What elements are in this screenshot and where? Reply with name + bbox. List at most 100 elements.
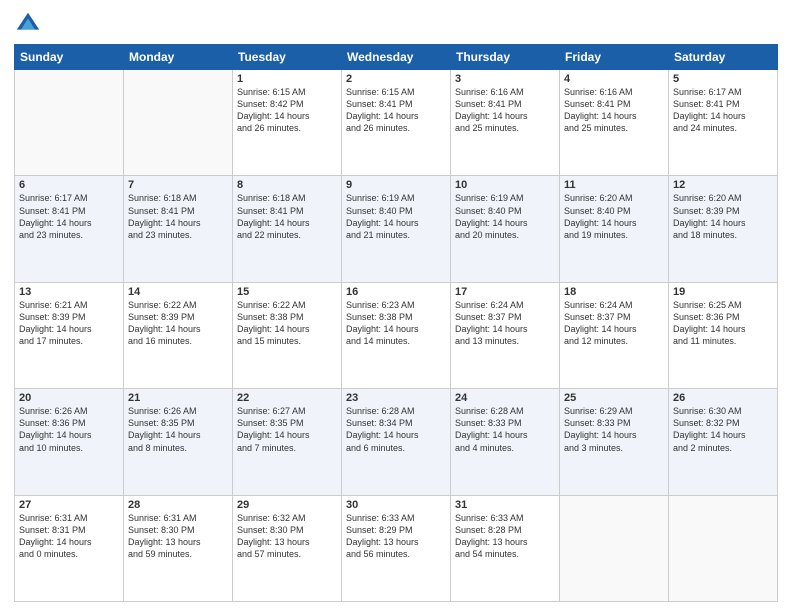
calendar-header-monday: Monday [124,45,233,70]
calendar-cell: 24Sunrise: 6:28 AM Sunset: 8:33 PM Dayli… [451,389,560,495]
day-number: 18 [564,286,664,298]
day-number: 30 [346,499,446,511]
day-number: 22 [237,392,337,404]
calendar-cell: 18Sunrise: 6:24 AM Sunset: 8:37 PM Dayli… [560,282,669,388]
calendar-week-row: 27Sunrise: 6:31 AM Sunset: 8:31 PM Dayli… [15,495,778,601]
calendar-cell: 3Sunrise: 6:16 AM Sunset: 8:41 PM Daylig… [451,70,560,176]
calendar-cell: 22Sunrise: 6:27 AM Sunset: 8:35 PM Dayli… [233,389,342,495]
day-number: 16 [346,286,446,298]
calendar-header-saturday: Saturday [669,45,778,70]
calendar-cell: 7Sunrise: 6:18 AM Sunset: 8:41 PM Daylig… [124,176,233,282]
calendar-cell [124,70,233,176]
calendar-week-row: 13Sunrise: 6:21 AM Sunset: 8:39 PM Dayli… [15,282,778,388]
day-info: Sunrise: 6:21 AM Sunset: 8:39 PM Dayligh… [19,299,119,348]
day-number: 27 [19,499,119,511]
day-number: 29 [237,499,337,511]
calendar-cell: 25Sunrise: 6:29 AM Sunset: 8:33 PM Dayli… [560,389,669,495]
day-number: 19 [673,286,773,298]
day-info: Sunrise: 6:22 AM Sunset: 8:39 PM Dayligh… [128,299,228,348]
calendar-cell: 10Sunrise: 6:19 AM Sunset: 8:40 PM Dayli… [451,176,560,282]
calendar-header-tuesday: Tuesday [233,45,342,70]
day-info: Sunrise: 6:20 AM Sunset: 8:39 PM Dayligh… [673,192,773,241]
calendar-week-row: 1Sunrise: 6:15 AM Sunset: 8:42 PM Daylig… [15,70,778,176]
calendar-header-row: SundayMondayTuesdayWednesdayThursdayFrid… [15,45,778,70]
day-info: Sunrise: 6:15 AM Sunset: 8:42 PM Dayligh… [237,86,337,135]
day-info: Sunrise: 6:17 AM Sunset: 8:41 PM Dayligh… [673,86,773,135]
calendar-cell: 15Sunrise: 6:22 AM Sunset: 8:38 PM Dayli… [233,282,342,388]
logo-icon [14,10,42,38]
calendar-cell: 5Sunrise: 6:17 AM Sunset: 8:41 PM Daylig… [669,70,778,176]
day-number: 9 [346,179,446,191]
day-info: Sunrise: 6:30 AM Sunset: 8:32 PM Dayligh… [673,405,773,454]
calendar-cell: 30Sunrise: 6:33 AM Sunset: 8:29 PM Dayli… [342,495,451,601]
calendar-header-friday: Friday [560,45,669,70]
calendar-header-sunday: Sunday [15,45,124,70]
day-number: 2 [346,73,446,85]
day-number: 17 [455,286,555,298]
day-info: Sunrise: 6:22 AM Sunset: 8:38 PM Dayligh… [237,299,337,348]
calendar-cell: 19Sunrise: 6:25 AM Sunset: 8:36 PM Dayli… [669,282,778,388]
day-number: 31 [455,499,555,511]
logo [14,10,46,38]
day-number: 21 [128,392,228,404]
calendar-cell: 14Sunrise: 6:22 AM Sunset: 8:39 PM Dayli… [124,282,233,388]
day-number: 26 [673,392,773,404]
page: SundayMondayTuesdayWednesdayThursdayFrid… [0,0,792,612]
day-number: 1 [237,73,337,85]
day-number: 28 [128,499,228,511]
day-info: Sunrise: 6:26 AM Sunset: 8:36 PM Dayligh… [19,405,119,454]
day-info: Sunrise: 6:19 AM Sunset: 8:40 PM Dayligh… [455,192,555,241]
day-info: Sunrise: 6:26 AM Sunset: 8:35 PM Dayligh… [128,405,228,454]
day-info: Sunrise: 6:16 AM Sunset: 8:41 PM Dayligh… [564,86,664,135]
day-number: 15 [237,286,337,298]
calendar-table: SundayMondayTuesdayWednesdayThursdayFrid… [14,44,778,602]
calendar-cell: 1Sunrise: 6:15 AM Sunset: 8:42 PM Daylig… [233,70,342,176]
day-info: Sunrise: 6:24 AM Sunset: 8:37 PM Dayligh… [455,299,555,348]
header [14,10,778,38]
day-number: 10 [455,179,555,191]
day-number: 20 [19,392,119,404]
day-info: Sunrise: 6:16 AM Sunset: 8:41 PM Dayligh… [455,86,555,135]
day-number: 6 [19,179,119,191]
day-number: 8 [237,179,337,191]
calendar-header-thursday: Thursday [451,45,560,70]
calendar-cell: 27Sunrise: 6:31 AM Sunset: 8:31 PM Dayli… [15,495,124,601]
day-info: Sunrise: 6:23 AM Sunset: 8:38 PM Dayligh… [346,299,446,348]
calendar-cell: 26Sunrise: 6:30 AM Sunset: 8:32 PM Dayli… [669,389,778,495]
calendar-cell: 17Sunrise: 6:24 AM Sunset: 8:37 PM Dayli… [451,282,560,388]
calendar-header-wednesday: Wednesday [342,45,451,70]
day-info: Sunrise: 6:33 AM Sunset: 8:29 PM Dayligh… [346,512,446,561]
day-info: Sunrise: 6:31 AM Sunset: 8:30 PM Dayligh… [128,512,228,561]
day-info: Sunrise: 6:17 AM Sunset: 8:41 PM Dayligh… [19,192,119,241]
day-number: 7 [128,179,228,191]
day-info: Sunrise: 6:29 AM Sunset: 8:33 PM Dayligh… [564,405,664,454]
calendar-cell: 21Sunrise: 6:26 AM Sunset: 8:35 PM Dayli… [124,389,233,495]
calendar-cell: 6Sunrise: 6:17 AM Sunset: 8:41 PM Daylig… [15,176,124,282]
day-info: Sunrise: 6:24 AM Sunset: 8:37 PM Dayligh… [564,299,664,348]
day-info: Sunrise: 6:31 AM Sunset: 8:31 PM Dayligh… [19,512,119,561]
day-info: Sunrise: 6:18 AM Sunset: 8:41 PM Dayligh… [128,192,228,241]
calendar-cell: 13Sunrise: 6:21 AM Sunset: 8:39 PM Dayli… [15,282,124,388]
day-number: 11 [564,179,664,191]
calendar-cell: 16Sunrise: 6:23 AM Sunset: 8:38 PM Dayli… [342,282,451,388]
day-number: 25 [564,392,664,404]
day-number: 4 [564,73,664,85]
calendar-cell: 8Sunrise: 6:18 AM Sunset: 8:41 PM Daylig… [233,176,342,282]
day-info: Sunrise: 6:27 AM Sunset: 8:35 PM Dayligh… [237,405,337,454]
calendar-cell: 23Sunrise: 6:28 AM Sunset: 8:34 PM Dayli… [342,389,451,495]
calendar-cell: 4Sunrise: 6:16 AM Sunset: 8:41 PM Daylig… [560,70,669,176]
calendar-cell: 31Sunrise: 6:33 AM Sunset: 8:28 PM Dayli… [451,495,560,601]
calendar-cell: 2Sunrise: 6:15 AM Sunset: 8:41 PM Daylig… [342,70,451,176]
day-info: Sunrise: 6:25 AM Sunset: 8:36 PM Dayligh… [673,299,773,348]
day-info: Sunrise: 6:19 AM Sunset: 8:40 PM Dayligh… [346,192,446,241]
day-info: Sunrise: 6:28 AM Sunset: 8:34 PM Dayligh… [346,405,446,454]
calendar-week-row: 6Sunrise: 6:17 AM Sunset: 8:41 PM Daylig… [15,176,778,282]
calendar-cell: 28Sunrise: 6:31 AM Sunset: 8:30 PM Dayli… [124,495,233,601]
calendar-cell [669,495,778,601]
day-number: 14 [128,286,228,298]
calendar-week-row: 20Sunrise: 6:26 AM Sunset: 8:36 PM Dayli… [15,389,778,495]
day-number: 24 [455,392,555,404]
day-info: Sunrise: 6:20 AM Sunset: 8:40 PM Dayligh… [564,192,664,241]
day-number: 12 [673,179,773,191]
day-number: 23 [346,392,446,404]
